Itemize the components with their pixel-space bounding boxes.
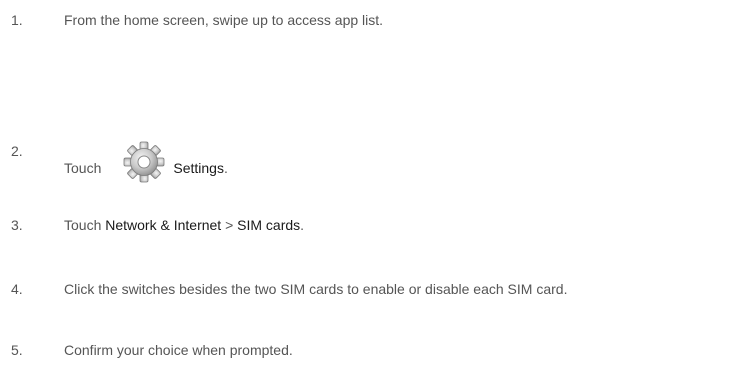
settings-label: Settings [173,160,224,176]
step-number: 4. [11,281,23,297]
step-number: 5. [11,342,23,358]
step-text-container: Touch Settings. [64,141,228,183]
step-suffix: . [223,160,228,176]
step-text: From the home screen, swipe up to access… [64,12,384,28]
sim-cards-label: SIM cards [237,217,301,233]
step-4: 4. Click the switches besides the two SI… [0,279,738,299]
step-number: 3. [11,217,23,233]
step-suffix: . [300,217,305,233]
step-2: 2. Touch Settings. [0,141,738,183]
network-internet-label: Network & Internet [105,217,222,233]
step-5: 5. Confirm your choice when prompted. [0,340,738,360]
step-number: 1. [11,12,23,28]
path-separator: > [221,217,238,233]
step-text: Click the switches besides the two SIM c… [64,281,568,297]
step-1: 1. From the home screen, swipe up to acc… [0,10,738,30]
step-prefix: Touch [64,160,102,176]
settings-gear-icon [123,141,165,183]
step-prefix: Touch [64,217,106,233]
step-text: Confirm your choice when prompted. [64,342,293,358]
step-text-container: Touch Network & Internet > SIM cards. [64,215,304,235]
step-number: 2. [11,143,23,159]
step-3: 3. Touch Network & Internet > SIM cards. [0,215,738,235]
